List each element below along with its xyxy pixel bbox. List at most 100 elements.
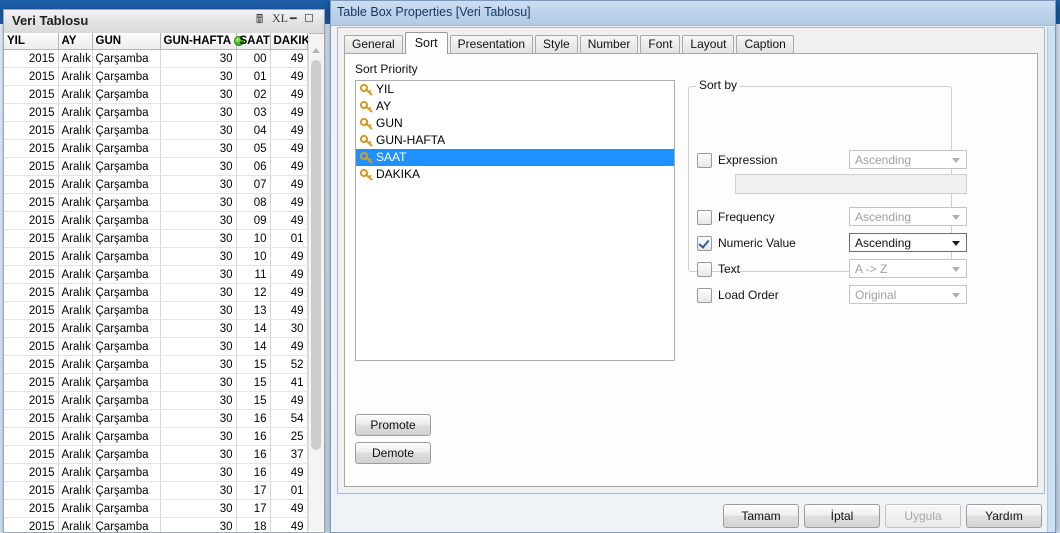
cell-saat[interactable]: 03 <box>236 103 271 122</box>
table-row[interactable]: 2015 Aralık Çarşamba 30 15 49 <box>4 391 308 410</box>
cell-dakika[interactable]: 49 <box>270 67 308 86</box>
demote-button[interactable]: Demote <box>355 442 431 464</box>
cell-ay[interactable]: Aralık <box>58 517 93 532</box>
cell-yil[interactable]: 2015 <box>4 319 59 338</box>
cell-dakika[interactable]: 49 <box>270 157 308 176</box>
cell-dakika[interactable]: 49 <box>270 283 308 302</box>
cell-ay[interactable]: Aralık <box>58 301 93 320</box>
tab-font[interactable]: Font <box>640 35 681 53</box>
cell-gun-hafta[interactable]: 30 <box>160 337 237 356</box>
cell-ay[interactable]: Aralık <box>58 103 93 122</box>
cell-ay[interactable]: Aralık <box>58 463 93 482</box>
cell-saat[interactable]: 16 <box>236 463 271 482</box>
cell-dakika[interactable]: 01 <box>270 229 308 248</box>
cell-saat[interactable]: 15 <box>236 391 271 410</box>
cell-gun-hafta[interactable]: 30 <box>160 391 237 410</box>
column-header-ay[interactable]: AY <box>58 33 93 50</box>
table-row[interactable]: 2015 Aralık Çarşamba 30 10 01 <box>4 229 308 248</box>
cell-ay[interactable]: Aralık <box>58 229 93 248</box>
cell-saat[interactable]: 15 <box>236 355 271 374</box>
cell-gun[interactable]: Çarşamba <box>92 121 161 140</box>
cell-dakika[interactable]: 49 <box>270 175 308 194</box>
sort-priority-item-ay[interactable]: AY <box>356 98 674 115</box>
cell-dakika[interactable]: 49 <box>270 463 308 482</box>
cell-gun[interactable]: Çarşamba <box>92 193 161 212</box>
cell-ay[interactable]: Aralık <box>58 499 93 518</box>
cell-gun-hafta[interactable]: 30 <box>160 517 237 532</box>
cell-yil[interactable]: 2015 <box>4 103 59 122</box>
cell-yil[interactable]: 2015 <box>4 193 59 212</box>
table-row[interactable]: 2015 Aralık Çarşamba 30 15 52 <box>4 355 308 374</box>
cell-ay[interactable]: Aralık <box>58 373 93 392</box>
cell-gun[interactable]: Çarşamba <box>92 409 161 428</box>
cell-dakika[interactable]: 01 <box>270 481 308 500</box>
table-row[interactable]: 2015 Aralık Çarşamba 30 04 49 <box>4 121 308 140</box>
cell-yil[interactable]: 2015 <box>4 463 59 482</box>
cell-yil[interactable]: 2015 <box>4 121 59 140</box>
numeric-value-order-dropdown[interactable]: Ascending <box>849 233 967 252</box>
cell-gun-hafta[interactable]: 30 <box>160 85 237 104</box>
tab-number[interactable]: Number <box>579 35 639 53</box>
tab-style[interactable]: Style <box>535 35 578 53</box>
cell-gun-hafta[interactable]: 30 <box>160 175 237 194</box>
cell-saat[interactable]: 11 <box>236 265 271 284</box>
cell-ay[interactable]: Aralık <box>58 283 93 302</box>
cell-gun[interactable]: Çarşamba <box>92 103 161 122</box>
cell-gun[interactable]: Çarşamba <box>92 49 161 68</box>
cell-dakika[interactable]: 49 <box>270 103 308 122</box>
table-row[interactable]: 2015 Aralık Çarşamba 30 06 49 <box>4 157 308 176</box>
frequency-checkbox[interactable] <box>697 209 712 225</box>
cell-ay[interactable]: Aralık <box>58 355 93 374</box>
cell-gun-hafta[interactable]: 30 <box>160 355 237 374</box>
cell-yil[interactable]: 2015 <box>4 49 59 68</box>
cell-ay[interactable]: Aralık <box>58 481 93 500</box>
cell-saat[interactable]: 17 <box>236 499 271 518</box>
column-header-yil[interactable]: YIL <box>4 33 59 50</box>
cell-saat[interactable]: 01 <box>236 67 271 86</box>
cell-gun-hafta[interactable]: 30 <box>160 247 237 266</box>
cell-ay[interactable]: Aralık <box>58 193 93 212</box>
text-checkbox[interactable] <box>697 261 712 277</box>
cell-gun[interactable]: Çarşamba <box>92 445 161 464</box>
column-header-saat[interactable]: SAAT <box>236 33 271 50</box>
tab-caption[interactable]: Caption <box>736 35 794 53</box>
promote-button[interactable]: Promote <box>355 414 431 436</box>
sort-priority-item-gun-hafta[interactable]: GUN-HAFTA <box>356 132 674 149</box>
column-header-gun-hafta[interactable]: GUN-HAFTA <box>160 33 244 50</box>
cell-dakika[interactable]: 49 <box>270 211 308 230</box>
scrollbar-thumb[interactable] <box>311 60 321 450</box>
cell-dakika[interactable]: 54 <box>270 409 308 428</box>
cell-dakika[interactable]: 49 <box>270 247 308 266</box>
cell-yil[interactable]: 2015 <box>4 157 59 176</box>
table-grid-scroll-area[interactable]: YIL AY GUN GUN-HAFTA SAAT DAKIKA 2015Ara… <box>4 33 309 532</box>
cell-ay[interactable]: Aralık <box>58 391 93 410</box>
frequency-order-dropdown[interactable]: Ascending <box>849 207 967 226</box>
cell-gun-hafta[interactable]: 30 <box>160 499 237 518</box>
cell-gun[interactable]: Çarşamba <box>92 283 161 302</box>
table-row[interactable]: 2015 Aralık Çarşamba 30 05 49 <box>4 139 308 158</box>
cell-gun-hafta[interactable]: 30 <box>160 283 237 302</box>
cell-gun[interactable]: Çarşamba <box>92 67 161 86</box>
cell-ay[interactable]: Aralık <box>58 211 93 230</box>
table-row[interactable]: 2015 Aralık Çarşamba 30 11 49 <box>4 265 308 284</box>
cell-gun[interactable]: Çarşamba <box>92 265 161 284</box>
cell-yil[interactable]: 2015 <box>4 139 59 158</box>
help-button[interactable]: Yardım <box>966 504 1042 528</box>
cell-gun[interactable]: Çarşamba <box>92 211 161 230</box>
cell-gun[interactable]: Çarşamba <box>92 517 161 532</box>
cell-ay[interactable]: Aralık <box>58 409 93 428</box>
cell-dakika[interactable]: 49 <box>270 121 308 140</box>
tab-general[interactable]: General <box>344 35 403 53</box>
load-order-dropdown[interactable]: Original <box>849 285 967 304</box>
cell-saat[interactable]: 10 <box>236 229 271 248</box>
cell-dakika[interactable]: 49 <box>270 337 308 356</box>
cell-ay[interactable]: Aralık <box>58 121 93 140</box>
cell-gun[interactable]: Çarşamba <box>92 499 161 518</box>
cell-gun[interactable]: Çarşamba <box>92 247 161 266</box>
cell-gun-hafta[interactable]: 30 <box>160 103 237 122</box>
cell-yil[interactable]: 2015 <box>4 247 59 266</box>
cell-dakika[interactable]: 49 <box>270 265 308 284</box>
table-row[interactable]: 2015 Aralık Çarşamba 30 10 49 <box>4 247 308 266</box>
cell-dakika[interactable]: 37 <box>270 445 308 464</box>
column-header-dakika[interactable]: DAKIKA <box>270 33 309 50</box>
